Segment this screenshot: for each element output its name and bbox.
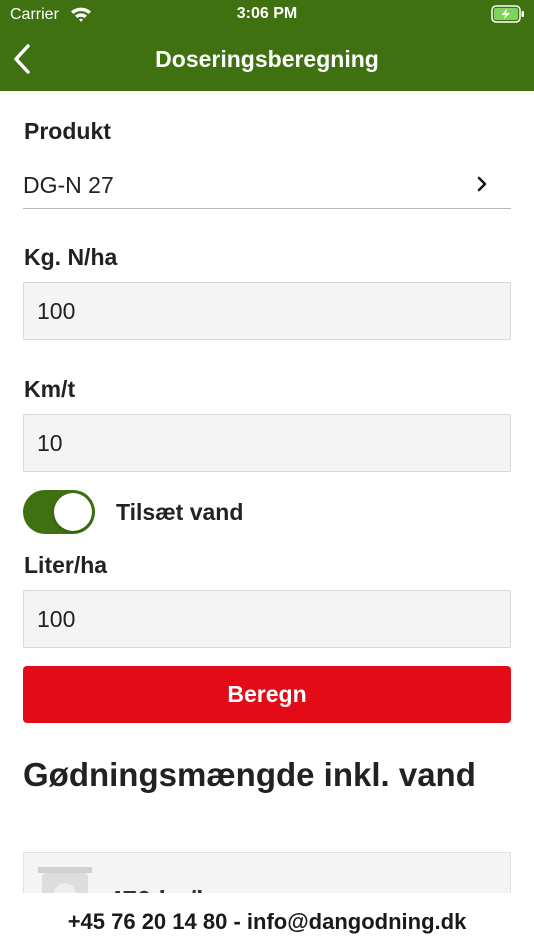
toggle-knob [54, 493, 92, 531]
chevron-right-icon [477, 176, 487, 192]
clock: 3:06 PM [236, 5, 298, 22]
add-water-toggle[interactable] [23, 490, 95, 534]
footer: +45 76 20 14 80 - info@dangodning.dk [0, 893, 534, 950]
calculate-button[interactable]: Beregn [23, 666, 511, 723]
water-input[interactable] [23, 590, 511, 648]
battery-charging-icon [491, 5, 524, 23]
nitrogen-input[interactable] [23, 282, 511, 340]
speed-label: Km/t [24, 376, 76, 402]
speed-input[interactable] [23, 414, 511, 472]
page-title: Doseringsberegning [155, 46, 379, 72]
nitrogen-label: Kg. N/ha [24, 244, 118, 270]
product-label: Produkt [24, 118, 111, 144]
add-water-label: Tilsæt vand [116, 499, 244, 525]
status-bar: Carrier 3:06 PM [0, 0, 534, 30]
product-selector[interactable]: DG-N 27 [23, 161, 511, 209]
contact-info[interactable]: +45 76 20 14 80 - info@dangodning.dk [0, 909, 534, 935]
result-heading: Gødningsmængde inkl. vand [23, 756, 476, 793]
water-label: Liter/ha [24, 552, 108, 578]
product-value: DG-N 27 [23, 172, 114, 198]
nav-bar: Carrier 3:06 PM Doseringsberegning [0, 0, 534, 91]
